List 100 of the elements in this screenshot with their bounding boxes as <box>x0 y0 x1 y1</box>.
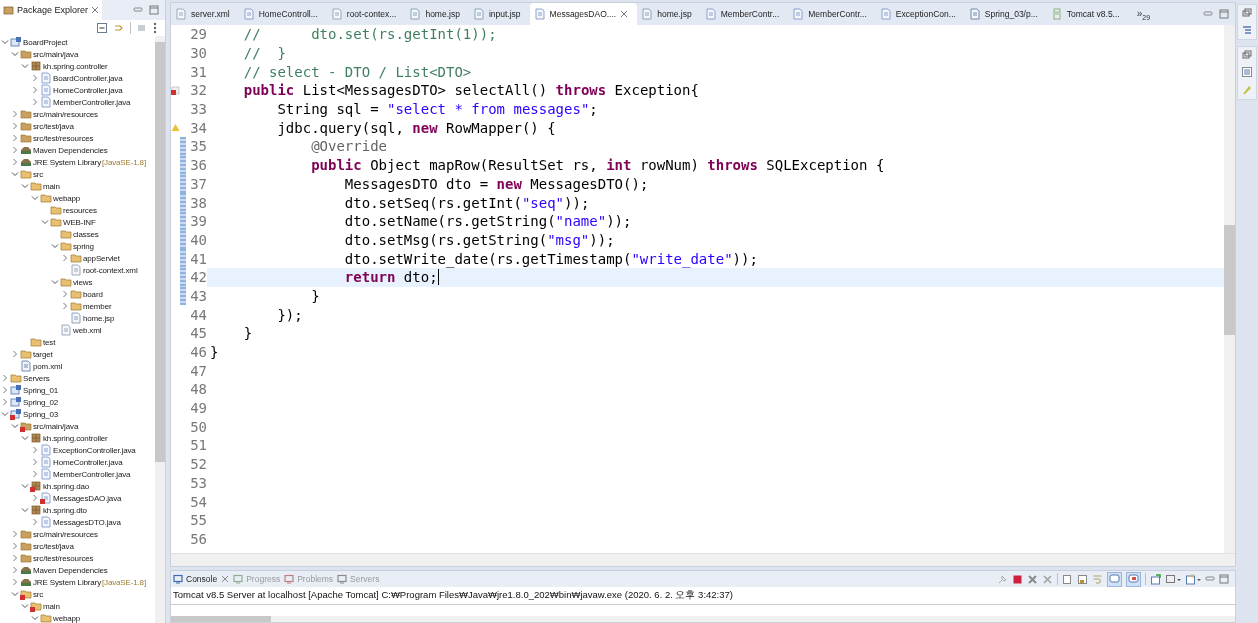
tree-item[interactable]: test <box>43 337 56 347</box>
tree-item[interactable]: MemberController.java <box>53 97 131 107</box>
tree-item[interactable]: Spring_01 <box>23 385 59 395</box>
tree-item[interactable]: Maven Dependencies <box>33 565 108 575</box>
tree-item[interactable]: src/main/java <box>33 49 79 59</box>
line-number: 52 <box>189 456 207 473</box>
editor-tab[interactable]: Tomcat v8.5... <box>1046 3 1129 25</box>
line-number: 33 <box>189 101 207 118</box>
code-line: dto.setMsg(rs.getString("msg")); <box>343 231 615 248</box>
tree-item[interactable]: kh.spring.dao <box>43 481 90 491</box>
tree-item[interactable]: pom.xml <box>33 361 63 371</box>
tree-item[interactable]: src/main/resources <box>33 529 98 539</box>
line-number: 49 <box>189 400 207 417</box>
tree-item[interactable]: Maven Dependencies <box>33 145 108 155</box>
tree-item[interactable]: kh.spring.dto <box>43 505 87 515</box>
tree-item[interactable]: JRE System Library <box>33 577 101 587</box>
editor-tab[interactable]: home.jsp <box>637 3 701 25</box>
line-number: 47 <box>189 362 207 379</box>
code-line: dto.setWrite_date(rs.getTimestamp("write_date")); <box>343 250 758 267</box>
code-line: }); <box>276 306 303 323</box>
console-header: Tomcat v8.5 Server at localhost [Apache Tomcat] C:₩Program Files₩Java₩jre1.8.0_202₩bin₩javaw.exe (2020. 6. 2. 오후 3:42:37) <box>171 587 1235 605</box>
line-number: 40 <box>189 231 207 248</box>
line-number: 44 <box>189 306 207 323</box>
tree-item[interactable]: MemberController.java <box>53 469 131 479</box>
code-line: dto.setSeq(rs.getInt("seq")); <box>343 194 590 211</box>
code-line: return dto; <box>343 269 438 286</box>
code-line: dto.setName(rs.getString("name")); <box>343 213 632 230</box>
tree-item[interactable]: board <box>83 289 103 299</box>
code-line: } <box>210 344 219 361</box>
editor-tab[interactable]: MemberContr... <box>700 3 789 25</box>
line-number: 30 <box>189 45 207 62</box>
editor-tab[interactable]: ExceptionCon... <box>875 3 965 25</box>
tree-item[interactable]: BoardController.java <box>53 73 123 83</box>
line-number: 43 <box>189 287 207 304</box>
line-number: 37 <box>189 175 207 192</box>
tree-item[interactable]: src <box>33 169 44 179</box>
editor-tab[interactable]: Spring_03/p... <box>964 3 1047 25</box>
tree-item[interactable]: Servers <box>23 373 50 383</box>
tree-item[interactable]: member <box>83 301 112 311</box>
editor-tab[interactable]: MemberContr... <box>788 3 876 25</box>
tree-item[interactable]: appServlet <box>83 253 120 263</box>
tree-item[interactable]: home.jsp <box>83 313 115 323</box>
editor-tab[interactable]: root-contex... <box>326 3 406 25</box>
tree-item[interactable]: webapp <box>53 193 81 203</box>
line-number: 39 <box>189 213 207 230</box>
code-line: } <box>242 325 253 342</box>
line-number: 50 <box>189 418 207 435</box>
tree-item[interactable]: MessagesDAO.java <box>53 493 122 503</box>
tree-item[interactable]: ExceptionController.java <box>53 445 136 455</box>
tree-item[interactable]: JRE System Library <box>33 157 101 167</box>
tree-item[interactable]: HomeController.java <box>53 457 123 467</box>
code-line: MessagesDTO dto = new MessagesDTO(); <box>343 175 649 192</box>
line-number: 34 <box>189 119 207 136</box>
view-tab[interactable]: Package Explorer <box>0 0 103 20</box>
tree-item[interactable]: Spring_02 <box>23 397 59 407</box>
tree-item[interactable]: BoardProject <box>23 37 68 47</box>
tree-item[interactable]: src <box>33 589 44 599</box>
tree-item[interactable]: src/test/java <box>33 121 74 131</box>
editor-tab[interactable]: HomeControll... <box>238 3 327 25</box>
tree-item[interactable]: src/test/resources <box>33 553 94 563</box>
tree-item[interactable]: classes <box>73 229 99 239</box>
tree-item[interactable]: src/test/java <box>33 541 74 551</box>
tree-item[interactable]: target <box>33 349 53 359</box>
code-line: jdbc.query(sql, new RowMapper() { <box>276 119 556 136</box>
tree-item[interactable]: views <box>73 277 93 287</box>
code-line: // select - DTO / List<DTO> <box>242 63 472 80</box>
tree-item[interactable]: kh.spring.controller <box>43 61 108 71</box>
code-line: String sql = "select * from messages"; <box>276 101 598 118</box>
tree-item[interactable]: src/test/resources <box>33 133 94 143</box>
tree-item[interactable]: root-context.xml <box>83 265 138 275</box>
editor-tab[interactable]: home.jsp <box>405 3 469 25</box>
line-number: 51 <box>189 437 207 454</box>
editor-tab[interactable]: server.xml <box>171 3 239 25</box>
editor-tab[interactable]: MessagesDAO.... <box>529 3 638 25</box>
tree-item[interactable]: Spring_03 <box>23 409 59 419</box>
tree-item[interactable]: webapp <box>53 613 81 623</box>
tree-item[interactable]: MessagesDTO.java <box>53 517 121 527</box>
line-number: 46 <box>189 344 207 361</box>
line-number: 42 <box>189 269 207 286</box>
tree-item[interactable]: main <box>43 601 60 611</box>
line-number: 45 <box>189 325 207 342</box>
tree-item-decoration: [JavaSE-1.8] <box>102 577 146 587</box>
line-number: 53 <box>189 474 207 491</box>
line-number: 41 <box>189 250 207 267</box>
line-number: 31 <box>189 63 207 80</box>
view-title: Package Explorer <box>17 5 89 15</box>
view-tab[interactable]: Console <box>173 574 218 584</box>
tree-item[interactable]: src/main/resources <box>33 109 98 119</box>
code-line: @Override <box>310 138 387 155</box>
tree-item[interactable]: main <box>43 181 60 191</box>
tree-item[interactable]: WEB-INF <box>63 217 96 227</box>
editor-tab[interactable]: input.jsp <box>468 3 530 25</box>
line-number: 48 <box>189 381 207 398</box>
tree-item[interactable]: src/main/java <box>33 421 79 431</box>
tree-item[interactable]: web.xml <box>73 325 102 335</box>
tree-item[interactable]: HomeController.java <box>53 85 123 95</box>
more-tabs-button[interactable]: »$_{29}$ <box>1128 7 1159 21</box>
tree-item[interactable]: resources <box>63 205 97 215</box>
tree-item[interactable]: spring <box>73 241 94 251</box>
tree-item[interactable]: kh.spring.controller <box>43 433 108 443</box>
